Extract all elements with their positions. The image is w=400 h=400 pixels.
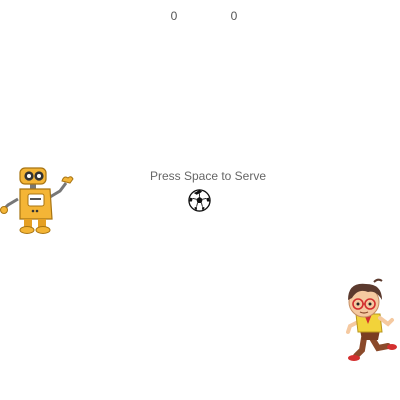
- right-score: 0: [230, 9, 238, 23]
- soccer-ball-icon: [188, 189, 211, 212]
- boy-icon: [334, 278, 400, 366]
- left-score: 0: [170, 9, 178, 23]
- robot-icon: [0, 165, 76, 237]
- game-canvas[interactable]: 0 0 Press Space to Serve: [0, 0, 400, 400]
